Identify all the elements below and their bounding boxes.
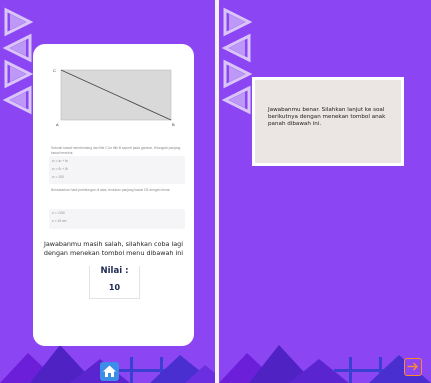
home-icon <box>103 365 116 377</box>
calc-line: c² = a² + b² <box>52 159 69 163</box>
score-box: Nilai : 10 <box>89 266 140 299</box>
question-middle: Berdasarkan hasil perhitungan di atas, t… <box>51 188 171 192</box>
score-value: 10 <box>108 283 121 292</box>
wrong-answer-message: Jawabanmu masih salah, silahkan coba lag… <box>43 240 184 257</box>
arrow-right-icon <box>407 362 418 371</box>
left-screen: C A B Sebuah kawat membentang dari titik… <box>0 0 215 383</box>
calc-block-2: c = √100 c = 10 cm <box>49 209 185 229</box>
correct-feedback-box: Jawabanmu benar. Silahkan lanjut ke soal… <box>252 77 404 166</box>
calc-block-1: c² = a² + b² c² = 6² + 8² c² = 100 <box>49 156 185 184</box>
calc-line: c = 10 cm <box>52 219 67 223</box>
calc-line: c = √100 <box>52 211 65 215</box>
label-b: B <box>172 122 175 127</box>
question-intro: Sebuah kawat membentang dari titik C ke … <box>51 146 181 155</box>
home-button[interactable] <box>100 362 119 381</box>
label-a: A <box>56 122 59 127</box>
next-button[interactable] <box>404 358 422 376</box>
calc-line: c² = 100 <box>52 175 65 179</box>
right-screen: Jawabanmu benar. Silahkan lanjut ke soal… <box>219 0 431 383</box>
score-title: Nilai : <box>100 266 129 276</box>
label-c: C <box>53 68 56 73</box>
calc-line: c² = 6² + 8² <box>52 167 69 171</box>
skyline-illustration <box>219 345 431 383</box>
question-card: C A B Sebuah kawat membentang dari titik… <box>33 44 194 346</box>
correct-feedback-text: Jawabanmu benar. Silahkan lanjut ke soal… <box>268 107 386 128</box>
